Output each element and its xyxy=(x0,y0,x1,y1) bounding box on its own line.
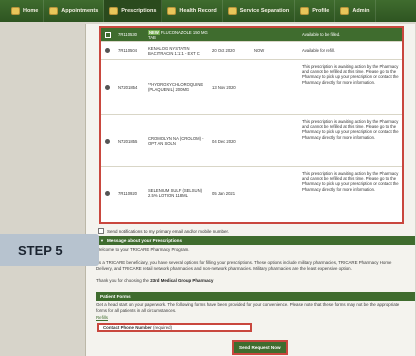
chevron-down-icon: ▼ xyxy=(100,238,104,243)
prescription-list: 7R110530 NEW FLUCONAZOLE 150 MG TAB Avail… xyxy=(99,26,404,224)
send-request-button[interactable]: Send Request Now xyxy=(234,342,286,353)
prescription-row[interactable]: 7R110920 SELENIUM SULF (SELSUN) 2.5% LOT… xyxy=(101,167,402,222)
nav-prescriptions[interactable]: Prescriptions xyxy=(104,0,163,22)
forms-header-label: Patient Forms xyxy=(100,294,131,299)
forms-body: Get a head start on your paperwork. The … xyxy=(96,302,400,313)
top-navigation: Home Appointments Prescriptions Health R… xyxy=(0,0,416,22)
pharmacy-name: 23rd Medical Group Pharmacy xyxy=(150,278,214,283)
nav-profile-label: Profile xyxy=(312,8,330,14)
notification-label: Send notifications to my primary email a… xyxy=(107,228,230,234)
submit-highlight: Send Request Now xyxy=(232,340,288,355)
rx-name: SELENIUM SULF (SELSUN) 2.5% LOTION 118ML xyxy=(148,188,202,199)
prescriptions-panel: 7R110530 NEW FLUCONAZOLE 150 MG TAB Avail… xyxy=(85,24,415,356)
profile-icon xyxy=(300,7,310,15)
nav-home[interactable]: Home xyxy=(6,0,45,22)
pill-icon xyxy=(109,7,119,15)
rx-status: This prescription is awaiting action by … xyxy=(302,119,399,140)
rx-status: This prescription is awaiting action by … xyxy=(302,171,399,192)
refills-link[interactable]: Refills xyxy=(96,315,108,321)
rx-refill: NOW xyxy=(254,48,265,53)
rx-name: KENALOG NYSTATIN BACITRACIN 1:1:1 - EXT … xyxy=(148,46,200,57)
nav-appointments[interactable]: Appointments xyxy=(44,0,105,22)
health-record-icon xyxy=(167,7,177,15)
admin-icon xyxy=(340,7,350,15)
rx-name: CROMOLYN NA (CROLOM) - OPT AN SOLN xyxy=(148,136,204,147)
rx-number: N7201855 xyxy=(118,139,138,144)
nav-health-record[interactable]: Health Record xyxy=(162,0,223,22)
row-radio[interactable] xyxy=(105,139,110,144)
nav-admin[interactable]: Admin xyxy=(335,0,376,22)
welcome-text: Welcome to your TRICARE Pharmacy Program… xyxy=(96,247,190,252)
prescription-row[interactable]: 7R110530 NEW FLUCONAZOLE 150 MG TAB Avail… xyxy=(101,28,402,42)
forms-section-header[interactable]: Patient Forms xyxy=(96,292,415,301)
rx-number: N7201854 xyxy=(118,85,138,90)
nav-admin-label: Admin xyxy=(352,8,370,14)
nav-appointments-label: Appointments xyxy=(61,8,99,14)
new-badge: NEW xyxy=(148,30,160,35)
rx-date: 13 Nov 2020 xyxy=(212,85,236,90)
prescription-row[interactable]: N7201854 **HYDROXYCHLOROQUINE (PLAQUENIL… xyxy=(101,60,402,115)
row-checkbox[interactable] xyxy=(105,32,111,38)
contact-phone-label: Contact Phone Number xyxy=(103,325,152,330)
thank-you-prefix: Thank you for choosing the xyxy=(96,278,149,283)
rx-name: NEW FLUCONAZOLE 150 MG TAB xyxy=(148,30,210,41)
row-radio[interactable] xyxy=(105,85,110,90)
thank-you-text: Thank you for choosing the 23rd Medical … xyxy=(96,278,396,284)
nav-health-record-label: Health Record xyxy=(179,8,217,14)
nav-home-label: Home xyxy=(23,8,39,14)
rx-status: Available for refill. xyxy=(302,48,335,53)
rx-number: 7R110504 xyxy=(118,48,138,53)
rx-date: 20 Oct 2020 xyxy=(212,48,235,53)
nav-prescriptions-label: Prescriptions xyxy=(121,8,157,14)
nav-service-separation-label: Service Separation xyxy=(239,8,290,14)
message-section-header[interactable]: ▼ Message about your Prescriptions xyxy=(96,236,415,245)
step-label: STEP 5 xyxy=(0,234,99,266)
row-radio[interactable] xyxy=(105,48,110,53)
prescription-row[interactable]: N7201855 CROMOLYN NA (CROLOM) - OPT AN S… xyxy=(101,115,402,167)
rx-number: 7R110920 xyxy=(118,191,138,196)
rx-status: Available to be filled. xyxy=(302,32,341,37)
row-radio[interactable] xyxy=(105,191,110,196)
rx-number: 7R110530 xyxy=(118,32,138,37)
nav-profile[interactable]: Profile xyxy=(295,0,336,22)
nav-service-separation[interactable]: Service Separation xyxy=(223,0,296,22)
service-separation-icon xyxy=(227,7,237,15)
contact-phone-hint: (required) xyxy=(153,325,173,330)
home-icon xyxy=(11,7,20,15)
prescription-row[interactable]: 7R110504 KENALOG NYSTATIN BACITRACIN 1:1… xyxy=(101,42,402,60)
left-margin xyxy=(0,22,85,356)
rx-name: **HYDROXYCHLOROQUINE (PLAQUENIL) 200MG xyxy=(148,82,204,93)
rx-status: This prescription is awaiting action by … xyxy=(302,64,399,85)
calendar-icon xyxy=(49,7,59,15)
notification-option[interactable]: Send notifications to my primary email a… xyxy=(98,228,229,234)
rx-date: 05 Jan 2021 xyxy=(212,191,236,196)
notification-checkbox[interactable] xyxy=(98,228,104,234)
message-header-label: Message about your Prescriptions xyxy=(106,238,183,243)
rx-date: 04 Dec 2020 xyxy=(212,139,236,144)
message-body: As a TRICARE beneficiary, you have sever… xyxy=(96,260,392,271)
contact-phone-field[interactable]: Contact Phone Number (required) xyxy=(97,323,252,332)
